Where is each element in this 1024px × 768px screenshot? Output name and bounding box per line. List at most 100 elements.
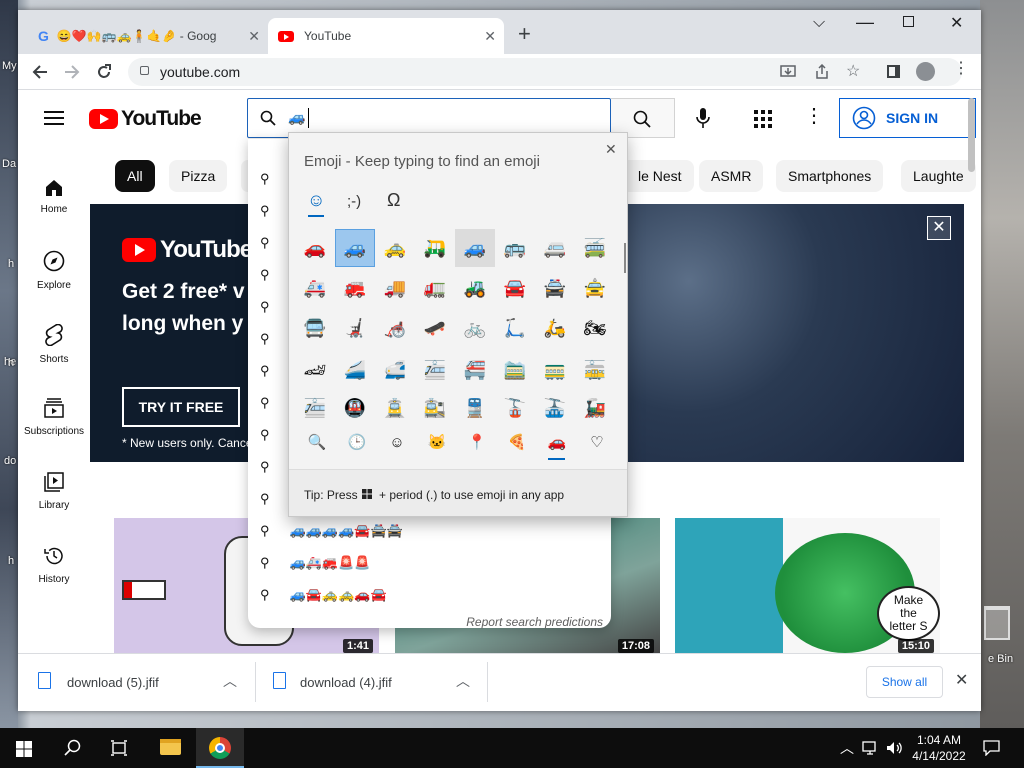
share-icon[interactable]	[814, 64, 830, 80]
emoji-category-search-icon[interactable]: 🔍	[297, 423, 337, 461]
suggestion-row[interactable]: ⚲	[260, 235, 290, 251]
chip-all[interactable]: All	[115, 160, 155, 192]
chip-nest[interactable]: le Nest	[618, 160, 694, 192]
suggestion-row[interactable]: ⚲	[260, 491, 290, 507]
back-arrow-icon[interactable]	[32, 64, 48, 80]
suggestion-row[interactable]: ⚲ 🚙🚘🚕🚕🚗🚘	[260, 587, 387, 603]
emoji-category-smileys-icon[interactable]: ☺	[377, 423, 417, 461]
chrome-menu-icon[interactable]: ⋮	[953, 61, 969, 77]
sidebar-item-explore[interactable]: Explore	[18, 250, 90, 291]
emoji-cell[interactable]: 🚒	[335, 269, 375, 307]
emoji-category-recent-icon[interactable]: 🕒	[337, 423, 377, 461]
network-icon[interactable]	[862, 740, 880, 756]
desktop-icon-label[interactable]: Da	[2, 158, 16, 170]
reload-icon[interactable]	[96, 64, 112, 80]
emoji-cell[interactable]: 🚑	[295, 269, 335, 307]
emoji-cell[interactable]: 🛹	[415, 309, 455, 347]
sidebar-item-library[interactable]: Library	[18, 472, 90, 511]
emoji-cell[interactable]: 🚋	[575, 351, 615, 389]
tab-google[interactable]: G 😄❤️🙌🚌🚕🧍🤙🤌 - Goog ✕	[28, 18, 268, 54]
microphone-icon[interactable]	[696, 107, 710, 129]
settings-more-icon[interactable]: ⋮	[804, 106, 824, 126]
recycle-bin-label[interactable]: e Bin	[988, 653, 1013, 665]
suggestion-row[interactable]: ⚲	[260, 267, 290, 283]
emoji-cell[interactable]: 🚌	[495, 229, 535, 267]
new-tab-button[interactable]: +	[518, 23, 531, 45]
sidebar-item-shorts[interactable]: Shorts	[18, 324, 90, 365]
emoji-category-food-icon[interactable]: 🍕	[497, 423, 537, 461]
emoji-cell-hovered[interactable]: 🚙	[455, 229, 495, 267]
emoji-cell[interactable]: 🚔	[535, 269, 575, 307]
emoji-cell[interactable]: 🚖	[575, 269, 615, 307]
install-app-icon[interactable]	[780, 64, 796, 80]
clock[interactable]: 1:04 AM 4/14/2022	[910, 732, 968, 764]
emoji-cell[interactable]: 🦽	[375, 309, 415, 347]
close-window-button[interactable]: ✕	[950, 13, 963, 33]
emoji-cell[interactable]: 🚚	[375, 269, 415, 307]
sidebar-item-subscriptions[interactable]: Subscriptions	[18, 398, 90, 437]
suggestion-row[interactable]: ⚲ 🚙🚙🚙🚙🚘🚔🚔	[260, 523, 403, 539]
emoji-cell[interactable]: 🚈	[415, 351, 455, 389]
emoji-cell[interactable]: 🏍	[575, 309, 615, 347]
emoji-cell[interactable]: 🛴	[495, 309, 535, 347]
profile-avatar-icon[interactable]	[916, 62, 935, 81]
emoji-cell[interactable]: 🚇	[335, 389, 375, 427]
emoji-cell[interactable]: 🚉	[415, 389, 455, 427]
suggestion-row[interactable]: ⚲	[260, 203, 290, 219]
emoji-tab-smiley[interactable]: ☺	[307, 190, 325, 211]
tab-search-chevron-icon[interactable]: ⌵	[813, 14, 825, 32]
emoji-cell[interactable]: 🚝	[455, 351, 495, 389]
show-all-button[interactable]: Show all	[866, 666, 943, 698]
search-icon[interactable]	[64, 739, 82, 757]
chip-smartphones[interactable]: Smartphones	[776, 160, 884, 192]
task-view-icon[interactable]	[110, 740, 128, 756]
chevron-up-icon[interactable]: ︿	[223, 671, 237, 691]
chevron-up-icon[interactable]: ︿	[840, 738, 854, 758]
desktop-icon-label[interactable]: h	[8, 357, 14, 369]
suggestion-row[interactable]: ⚲	[260, 395, 290, 411]
emoji-category-symbols-icon[interactable]: ♡	[577, 423, 617, 461]
url-text[interactable]: youtube.com	[160, 64, 240, 80]
suggestion-row[interactable]: ⚲ 🚙🚑🚒🚨🚨	[260, 555, 370, 571]
file-explorer-icon[interactable]	[160, 739, 181, 755]
notifications-icon[interactable]	[983, 740, 1000, 756]
emoji-category-transport-icon[interactable]: 🚗	[537, 423, 577, 461]
chip-pizza[interactable]: Pizza	[169, 160, 228, 192]
emoji-cell[interactable]: 🚎	[575, 229, 615, 267]
emoji-grid-scrollbar[interactable]	[624, 243, 626, 273]
emoji-cell[interactable]: 🚂	[575, 389, 615, 427]
desktop-icon-label[interactable]: My	[2, 60, 17, 72]
download-item-name[interactable]: download (5).jfif	[67, 675, 159, 690]
emoji-cell-selected[interactable]: 🚙	[335, 229, 375, 267]
maximize-button[interactable]	[903, 16, 914, 27]
bookmark-star-icon[interactable]: ☆	[846, 61, 860, 81]
volume-icon[interactable]	[886, 740, 902, 756]
emoji-cell[interactable]: 🛺	[415, 229, 455, 267]
emoji-category-people-icon[interactable]: 🐱	[417, 423, 457, 461]
youtube-logo[interactable]: YouTube	[89, 107, 202, 131]
sidebar-item-history[interactable]: History	[18, 546, 90, 585]
emoji-cell[interactable]: 🚡	[495, 389, 535, 427]
suggestion-row[interactable]: ⚲	[260, 459, 290, 475]
emoji-cell[interactable]: 🦼	[335, 309, 375, 347]
emoji-tab-kaomoji[interactable]: ;-)	[347, 193, 361, 210]
emoji-cell[interactable]: 🛵	[535, 309, 575, 347]
hamburger-menu-icon[interactable]	[44, 110, 64, 126]
windows-start-icon[interactable]	[16, 741, 32, 757]
desktop-icon-label[interactable]: h	[8, 258, 14, 270]
emoji-cell[interactable]: 🚛	[415, 269, 455, 307]
emoji-cell[interactable]: 🚆	[455, 389, 495, 427]
forward-arrow-icon[interactable]	[64, 64, 80, 80]
emoji-category-places-icon[interactable]: 📍	[457, 423, 497, 461]
chevron-up-icon[interactable]: ︿	[456, 671, 470, 691]
chrome-taskbar-button[interactable]	[196, 728, 244, 768]
emoji-cell[interactable]: 🚐	[535, 229, 575, 267]
apps-grid-icon[interactable]	[754, 110, 772, 128]
emoji-cell[interactable]: 🚜	[455, 269, 495, 307]
minimize-button[interactable]: —	[856, 12, 874, 33]
recycle-bin-icon[interactable]	[984, 606, 1010, 640]
close-downloads-bar-icon[interactable]: ✕	[955, 670, 968, 690]
emoji-cell[interactable]: 🚲	[455, 309, 495, 347]
chip-asmr[interactable]: ASMR	[699, 160, 764, 192]
desktop-icon-label[interactable]: h	[8, 555, 14, 567]
